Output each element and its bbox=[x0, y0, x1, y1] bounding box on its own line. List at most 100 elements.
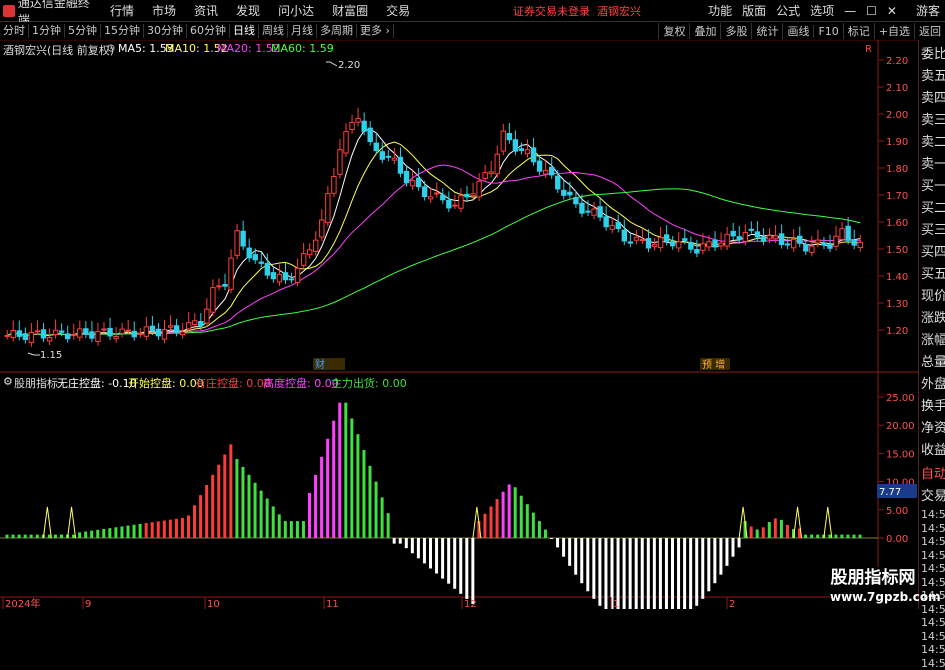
candle-up bbox=[459, 196, 463, 209]
side-net-assets[interactable]: 净资 bbox=[919, 418, 945, 440]
period-5min[interactable]: 5分钟 bbox=[65, 24, 101, 38]
side-sell2[interactable]: 卖二 bbox=[919, 132, 945, 154]
side-buy4[interactable]: 买四 bbox=[919, 242, 945, 264]
side-tick-time: 14:56 bbox=[919, 522, 945, 536]
candle-down bbox=[646, 239, 650, 248]
indicator-bar bbox=[151, 522, 154, 538]
indicator-bar bbox=[272, 506, 275, 538]
indicator-bar bbox=[211, 475, 214, 538]
period-1min[interactable]: 1分钟 bbox=[29, 24, 65, 38]
indicator-bar bbox=[326, 439, 329, 538]
f10-button[interactable]: F10 bbox=[813, 25, 842, 38]
side-buy1[interactable]: 买一 bbox=[919, 176, 945, 198]
period-timeshare[interactable]: 分时 bbox=[0, 24, 29, 38]
candle-up bbox=[810, 246, 814, 252]
price-tick-label: 1.90 bbox=[886, 137, 908, 148]
period-15min[interactable]: 15分钟 bbox=[101, 24, 144, 38]
indicator-bar bbox=[786, 525, 789, 538]
side-tab-trade[interactable]: 交易 bbox=[919, 486, 945, 508]
candle-down bbox=[713, 240, 717, 247]
candle-up bbox=[477, 181, 481, 197]
adjust-button[interactable]: 复权 bbox=[658, 23, 689, 39]
high-marker: 2.20 bbox=[338, 60, 360, 71]
candle-up bbox=[410, 181, 414, 186]
side-sell3[interactable]: 卖三 bbox=[919, 110, 945, 132]
period-more[interactable]: 更多 › bbox=[357, 24, 394, 38]
side-buy5[interactable]: 买五 bbox=[919, 264, 945, 286]
menu-market[interactable]: 市场 bbox=[143, 2, 185, 19]
stats-button[interactable]: 统计 bbox=[751, 23, 782, 39]
candle-up bbox=[180, 332, 184, 335]
period-30min[interactable]: 30分钟 bbox=[144, 24, 187, 38]
side-sell4[interactable]: 卖四 bbox=[919, 88, 945, 110]
high-marker-arrow bbox=[326, 62, 337, 66]
period-multi[interactable]: 多周期 bbox=[317, 24, 357, 38]
side-weibi[interactable]: 委比 bbox=[919, 44, 945, 66]
period-daily[interactable]: 日线 bbox=[230, 24, 259, 38]
kline-chart[interactable]: 2.202.102.001.901.801.701.601.501.401.30… bbox=[0, 40, 918, 609]
side-tab-auto[interactable]: 自动 bbox=[919, 464, 945, 486]
menu-ask[interactable]: 问小达 bbox=[269, 2, 323, 19]
indicator-bar bbox=[502, 492, 505, 538]
side-eps[interactable]: 收益 bbox=[919, 440, 945, 462]
menu-news[interactable]: 资讯 bbox=[185, 2, 227, 19]
login-status[interactable]: 证券交易未登录 酒钢宏兴 bbox=[513, 3, 641, 19]
side-sell1[interactable]: 卖一 bbox=[919, 154, 945, 176]
side-price[interactable]: 现价 bbox=[919, 286, 945, 308]
price-tick-label: 1.40 bbox=[886, 272, 908, 283]
side-change[interactable]: 涨跌 bbox=[919, 308, 945, 330]
indicator-bar bbox=[810, 535, 813, 538]
candle-up bbox=[78, 329, 82, 337]
candle-up bbox=[725, 234, 729, 246]
candle-up bbox=[47, 337, 51, 341]
candle-up bbox=[205, 309, 209, 323]
side-tick-time: 14:56 bbox=[919, 616, 945, 630]
minimize-icon[interactable]: — bbox=[839, 4, 861, 18]
side-outer[interactable]: 外盘 bbox=[919, 374, 945, 396]
candle-down bbox=[749, 229, 753, 230]
close-icon[interactable]: ✕ bbox=[882, 4, 902, 18]
side-change-pct[interactable]: 涨幅 bbox=[919, 330, 945, 352]
guest-label[interactable]: 游客 bbox=[902, 2, 945, 19]
menu-function[interactable]: 功能 bbox=[703, 2, 737, 19]
maximize-icon[interactable]: ☐ bbox=[861, 4, 882, 18]
price-tick-label: 1.20 bbox=[886, 326, 908, 337]
price-tick-label: 1.70 bbox=[886, 191, 908, 202]
indicator-bar bbox=[653, 538, 656, 609]
menu-layout[interactable]: 版面 bbox=[737, 2, 771, 19]
menu-options[interactable]: 选项 bbox=[805, 2, 839, 19]
indicator-peak-marker bbox=[68, 507, 76, 538]
side-turnover[interactable]: 换手 bbox=[919, 396, 945, 418]
menu-wealth[interactable]: 财富圈 bbox=[323, 2, 377, 19]
add-favorite-button[interactable]: +自选 bbox=[874, 23, 914, 39]
indicator-bar bbox=[641, 538, 644, 609]
draw-button[interactable]: 画线 bbox=[782, 23, 813, 39]
side-sell5[interactable]: 卖五 bbox=[919, 66, 945, 88]
period-60min[interactable]: 60分钟 bbox=[187, 24, 230, 38]
candle-down bbox=[465, 194, 469, 197]
indicator-bar bbox=[647, 538, 650, 609]
candle-up bbox=[35, 331, 39, 332]
candle-up bbox=[634, 237, 638, 240]
overlay-button[interactable]: 叠加 bbox=[689, 23, 720, 39]
side-buy2[interactable]: 买二 bbox=[919, 198, 945, 220]
mark-button[interactable]: 标记 bbox=[843, 23, 874, 39]
candle-up bbox=[640, 240, 644, 241]
multi-stock-button[interactable]: 多股 bbox=[720, 23, 751, 39]
menu-trade[interactable]: 交易 bbox=[377, 2, 419, 19]
back-button[interactable]: 返回 bbox=[914, 23, 945, 39]
period-monthly[interactable]: 月线 bbox=[288, 24, 317, 38]
candle-up bbox=[295, 268, 299, 282]
indicator-bar bbox=[834, 535, 837, 538]
menu-quotes[interactable]: 行情 bbox=[101, 2, 143, 19]
candle-up bbox=[392, 158, 396, 160]
period-weekly[interactable]: 周线 bbox=[259, 24, 288, 38]
menu-discover[interactable]: 发现 bbox=[227, 2, 269, 19]
side-buy3[interactable]: 买三 bbox=[919, 220, 945, 242]
ma20-line bbox=[7, 165, 860, 335]
candle-up bbox=[816, 240, 820, 243]
side-volume[interactable]: 总量 bbox=[919, 352, 945, 374]
indicator-bar bbox=[635, 538, 638, 609]
menu-formula[interactable]: 公式 bbox=[771, 2, 805, 19]
candle-down bbox=[253, 255, 257, 260]
